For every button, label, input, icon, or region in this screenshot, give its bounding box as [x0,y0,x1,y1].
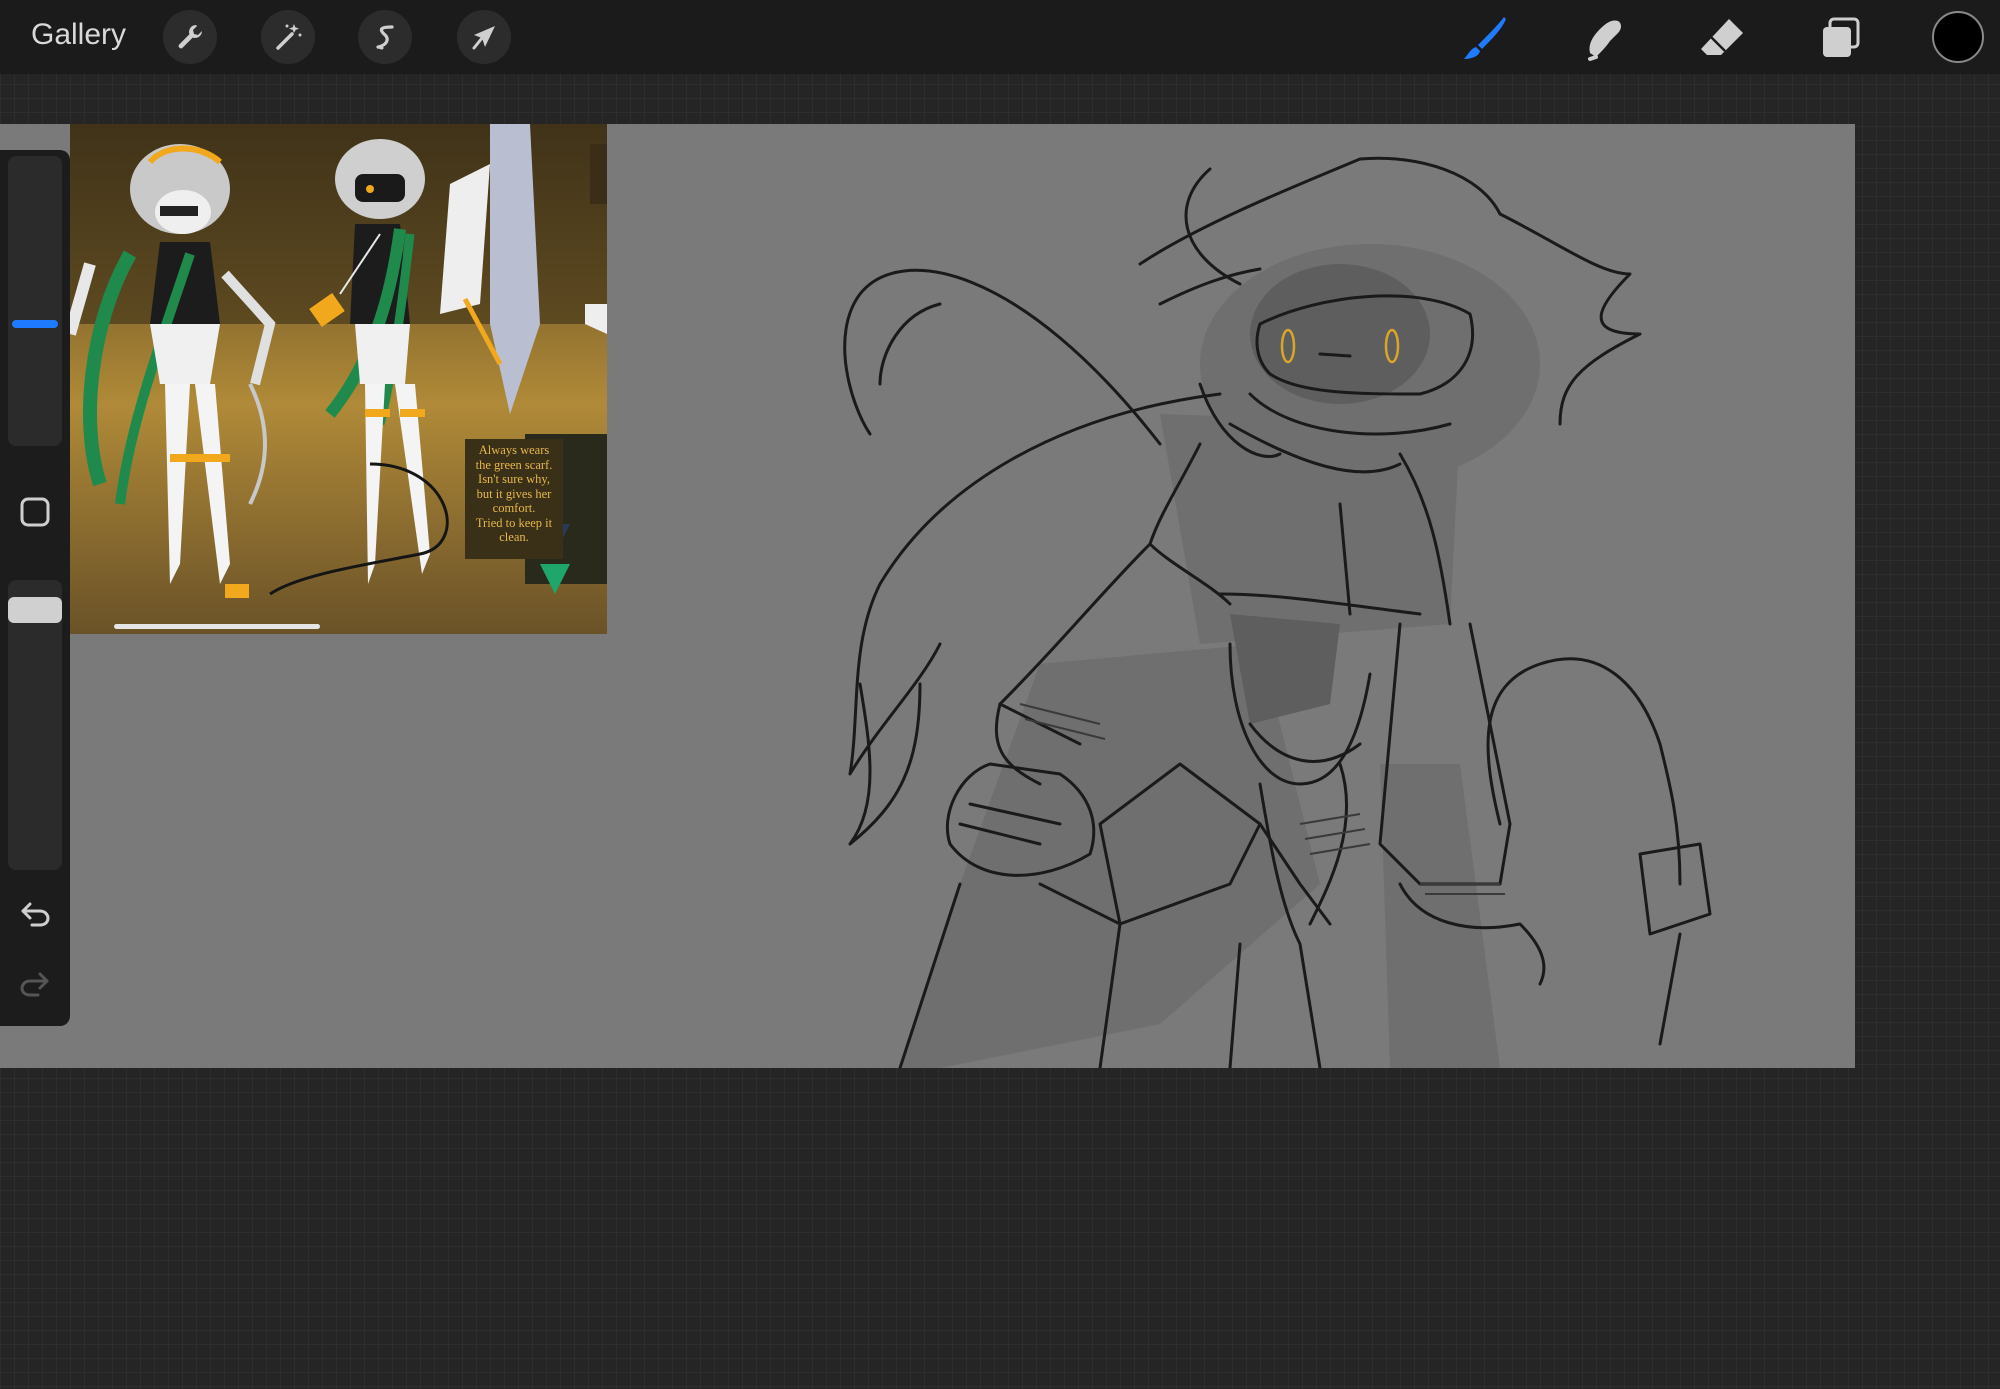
note-line: Tried to keep it [475,515,553,530]
note-line: but it gives her [476,486,552,501]
actions-button[interactable] [163,10,217,64]
undo-button[interactable] [10,888,60,938]
modify-button[interactable] [10,487,60,537]
redo-button[interactable] [10,958,60,1008]
selection-button[interactable] [358,10,412,64]
brush-size-slider[interactable] [8,156,62,446]
reference-window[interactable]: Always wears the green scarf. Isn't sure… [70,124,607,634]
adjustments-button[interactable] [261,10,315,64]
selection-s-icon [376,25,394,50]
gallery-button[interactable]: Gallery [31,18,126,52]
opacity-handle[interactable] [8,597,62,624]
smudge-finger-icon [1588,20,1621,61]
note-line: clean. [499,530,529,544]
magic-wand-icon [276,24,302,50]
note-line: Always wears [478,443,550,457]
eraser-icon [1701,19,1743,55]
note-line: the green scarf. [475,457,553,472]
color-picker-button[interactable] [1932,11,1984,63]
side-panel [0,150,70,1026]
opacity-slider[interactable] [8,580,62,870]
arrow-cursor-icon [472,26,495,50]
brush-size-handle[interactable] [12,320,58,329]
transform-button[interactable] [457,10,511,64]
reference-note-box: Always wears the green scarf. Isn't sure… [465,439,563,559]
eraser-tool-button[interactable] [1692,8,1752,68]
procreate-app: Gallery Always wears the green scarf. Is… [0,0,2000,1389]
square-icon [20,497,50,527]
note-line: Isn't sure why, [478,472,550,486]
brush-icon [1464,17,1506,59]
top-toolbar: Gallery [0,0,2000,74]
wrench-icon [178,25,202,49]
brush-tool-button[interactable] [1455,8,1515,68]
reference-scrollbar[interactable] [114,624,320,629]
undo-icon [21,902,50,927]
layers-icon [1823,17,1860,57]
note-line: comfort. [492,501,536,515]
redo-icon [20,972,49,997]
smudge-tool-button[interactable] [1573,8,1633,68]
layers-button[interactable] [1810,8,1870,68]
